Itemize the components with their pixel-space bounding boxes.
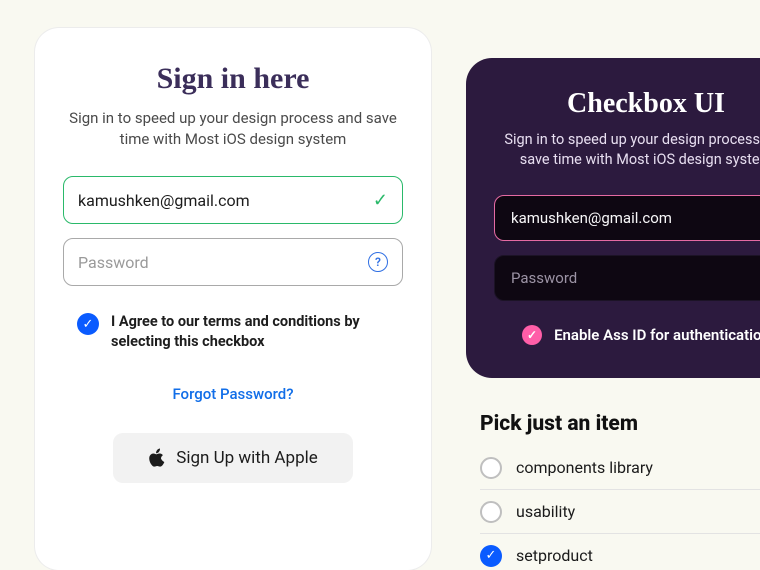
enable-id-checkbox[interactable]: ✓ xyxy=(522,325,542,345)
password-field[interactable]: Password ? xyxy=(63,238,403,286)
apple-button-label: Sign Up with Apple xyxy=(176,448,318,468)
email-field-dark[interactable]: kamushken@gmail.com xyxy=(494,195,760,241)
terms-row: ✓ I Agree to our terms and conditions by… xyxy=(63,300,403,353)
sign-in-title: Sign in here xyxy=(157,62,310,96)
email-value-dark: kamushken@gmail.com xyxy=(511,209,672,227)
email-value: kamushken@gmail.com xyxy=(78,191,250,210)
list-item[interactable]: usability xyxy=(480,490,760,534)
checkbox-ui-subtitle: Sign in to speed up your design process … xyxy=(494,130,760,171)
terms-checkbox[interactable]: ✓ xyxy=(77,313,99,335)
list-item[interactable]: components library xyxy=(480,446,760,490)
sign-up-apple-button[interactable]: Sign Up with Apple xyxy=(113,433,353,483)
radio-checked-icon[interactable]: ✓ xyxy=(480,545,502,567)
enable-id-row: ✓ Enable Ass ID for authentication xyxy=(522,325,760,345)
pick-list-title: Pick just an item xyxy=(480,412,760,436)
help-icon[interactable]: ? xyxy=(368,252,388,272)
email-field[interactable]: kamushken@gmail.com ✓ xyxy=(63,176,403,224)
list-item-label: usability xyxy=(516,502,575,521)
sign-in-subtitle: Sign in to speed up your design process … xyxy=(63,108,403,150)
list-item[interactable]: ✓ setproduct xyxy=(480,534,760,570)
pick-list: Pick just an item components library usa… xyxy=(480,412,760,570)
list-item-label: components library xyxy=(516,458,653,477)
sign-in-card-dark: Checkbox UI Sign in to speed up your des… xyxy=(466,58,760,378)
enable-id-text: Enable Ass ID for authentication xyxy=(554,326,760,344)
radio-empty-icon[interactable] xyxy=(480,501,502,523)
radio-empty-icon[interactable] xyxy=(480,457,502,479)
sign-in-card-light: Sign in here Sign in to speed up your de… xyxy=(35,28,431,570)
checkmark-icon: ✓ xyxy=(373,190,388,211)
password-placeholder-dark: Password xyxy=(511,269,577,287)
list-item-label: setproduct xyxy=(516,546,593,565)
apple-icon xyxy=(148,448,166,468)
password-field-dark[interactable]: Password xyxy=(494,255,760,301)
password-placeholder: Password xyxy=(78,253,149,272)
checkbox-ui-title: Checkbox UI xyxy=(567,88,725,120)
forgot-password-link[interactable]: Forgot Password? xyxy=(172,385,293,403)
terms-text: I Agree to our terms and conditions by s… xyxy=(111,312,389,353)
